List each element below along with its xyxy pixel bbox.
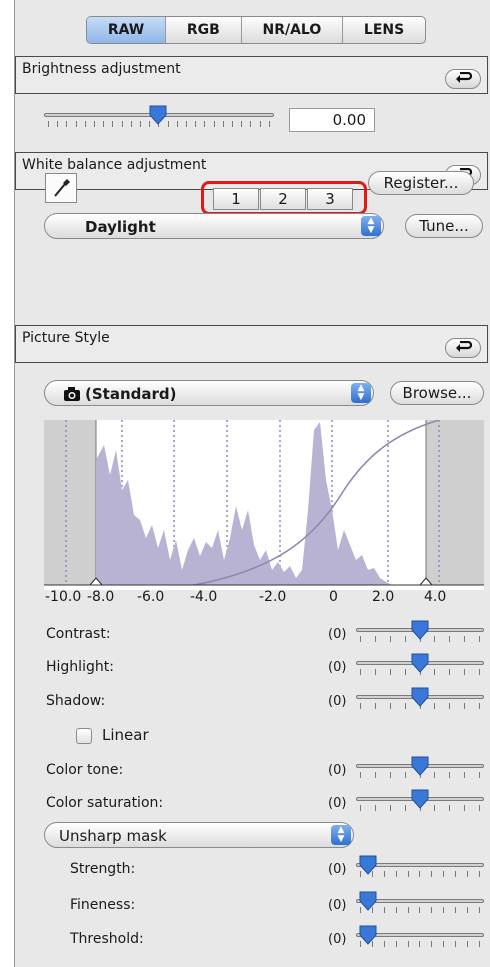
strength-value: (0) bbox=[328, 862, 347, 877]
reset-arrow-icon bbox=[456, 341, 472, 352]
brightness-slider[interactable] bbox=[44, 105, 274, 129]
browse-button[interactable]: Browse... bbox=[390, 381, 484, 405]
strength-slider-knob[interactable] bbox=[359, 855, 377, 875]
fineness-label: Fineness: bbox=[70, 897, 136, 913]
strength-slider[interactable] bbox=[356, 855, 484, 879]
slider-ticks bbox=[360, 941, 480, 947]
tune-button[interactable]: Tune... bbox=[405, 214, 483, 238]
histogram-axis-label: -4.0 bbox=[190, 589, 218, 605]
picture-style-select[interactable]: (Standard) ▲ ▼ bbox=[44, 380, 374, 406]
shadow-clip-region bbox=[44, 420, 96, 585]
strength-label: Strength: bbox=[70, 861, 136, 877]
slider-ticks bbox=[360, 907, 480, 913]
color-saturation-label: Color saturation: bbox=[46, 795, 164, 811]
brightness-value-field[interactable]: 0.00 bbox=[289, 108, 375, 132]
click-white-balance-eyedropper-button[interactable] bbox=[45, 173, 77, 203]
eyedropper-icon bbox=[54, 179, 70, 197]
histogram-axis-label: -8.0 bbox=[87, 589, 115, 605]
threshold-label: Threshold: bbox=[70, 931, 144, 947]
highlight-slider[interactable] bbox=[356, 653, 484, 677]
personal-wb-1-button[interactable]: 1 bbox=[213, 188, 259, 210]
select-arrows-icon: ▲ ▼ bbox=[361, 216, 381, 236]
tone-curve-histogram[interactable] bbox=[44, 420, 484, 590]
contrast-slider[interactable] bbox=[356, 620, 484, 644]
picture-style-value: (Standard) bbox=[85, 385, 177, 403]
histogram-axis-label: -10.0 bbox=[45, 589, 82, 605]
color-saturation-slider-knob[interactable] bbox=[411, 789, 429, 809]
fineness-slider-knob[interactable] bbox=[359, 891, 377, 911]
personal-wb-3-button[interactable]: 3 bbox=[307, 188, 353, 210]
threshold-slider[interactable] bbox=[356, 925, 484, 949]
highlight-value: (0) bbox=[328, 660, 347, 675]
threshold-value: (0) bbox=[328, 932, 347, 947]
color-tone-value: (0) bbox=[328, 763, 347, 778]
brightness-title: Brightness adjustment bbox=[22, 61, 181, 77]
linear-checkbox[interactable] bbox=[76, 728, 92, 744]
histogram-axis-label: 2.0 bbox=[372, 589, 395, 605]
contrast-value: (0) bbox=[328, 627, 347, 642]
camera-icon bbox=[64, 387, 80, 401]
picture-style-title: Picture Style bbox=[22, 330, 110, 346]
color-tone-slider[interactable] bbox=[356, 756, 484, 780]
shadow-label: Shadow: bbox=[46, 693, 106, 709]
fineness-value: (0) bbox=[328, 898, 347, 913]
histogram-axis-label: 4.0 bbox=[424, 589, 447, 605]
slider-ticks bbox=[360, 871, 480, 877]
reset-arrow-icon bbox=[456, 72, 472, 83]
white-balance-preset-select[interactable]: Daylight ▲ ▼ bbox=[44, 213, 384, 239]
linear-label: Linear bbox=[102, 726, 149, 744]
tab-lens[interactable]: LENS bbox=[343, 17, 425, 43]
shadow-slider[interactable] bbox=[356, 687, 484, 711]
tab-rgb[interactable]: RGB bbox=[166, 17, 242, 43]
select-arrows-icon: ▲ ▼ bbox=[351, 383, 371, 403]
personal-wb-2-button[interactable]: 2 bbox=[260, 188, 306, 210]
white-balance-title: White balance adjustment bbox=[22, 157, 207, 173]
brightness-slider-knob[interactable] bbox=[149, 105, 167, 125]
sharpness-mode-select[interactable]: Unsharp mask ▲ ▼ bbox=[44, 822, 354, 848]
brightness-section-header: Brightness adjustment bbox=[15, 56, 488, 94]
histogram-axis-label: -2.0 bbox=[259, 589, 287, 605]
highlight-clip-region bbox=[426, 420, 484, 585]
fineness-slider[interactable] bbox=[356, 891, 484, 915]
brightness-reset-button[interactable] bbox=[445, 69, 481, 89]
shadow-value: (0) bbox=[328, 694, 347, 709]
picture-style-reset-button[interactable] bbox=[445, 338, 481, 358]
picture-style-section-header: Picture Style bbox=[15, 325, 488, 363]
tab-bar: RAW RGB NR/ALO LENS bbox=[86, 16, 426, 44]
contrast-slider-knob[interactable] bbox=[411, 620, 429, 640]
tab-nr-alo[interactable]: NR/ALO bbox=[242, 17, 344, 43]
shadow-slider-knob[interactable] bbox=[411, 687, 429, 707]
histogram-axis-label: -6.0 bbox=[137, 589, 165, 605]
color-saturation-slider[interactable] bbox=[356, 789, 484, 813]
register-button[interactable]: Register... bbox=[368, 171, 474, 195]
contrast-label: Contrast: bbox=[46, 626, 111, 642]
sharpness-mode-value: Unsharp mask bbox=[59, 827, 167, 845]
color-saturation-value: (0) bbox=[328, 796, 347, 811]
highlight-slider-knob[interactable] bbox=[411, 653, 429, 673]
color-tone-label: Color tone: bbox=[46, 762, 124, 778]
threshold-slider-knob[interactable] bbox=[359, 925, 377, 945]
highlight-label: Highlight: bbox=[46, 659, 114, 675]
histogram-axis-label: 0 bbox=[329, 589, 338, 605]
tab-raw[interactable]: RAW bbox=[87, 17, 167, 43]
select-arrows-icon: ▲ ▼ bbox=[331, 825, 351, 845]
white-balance-preset-value: Daylight bbox=[85, 218, 156, 236]
color-tone-slider-knob[interactable] bbox=[411, 756, 429, 776]
